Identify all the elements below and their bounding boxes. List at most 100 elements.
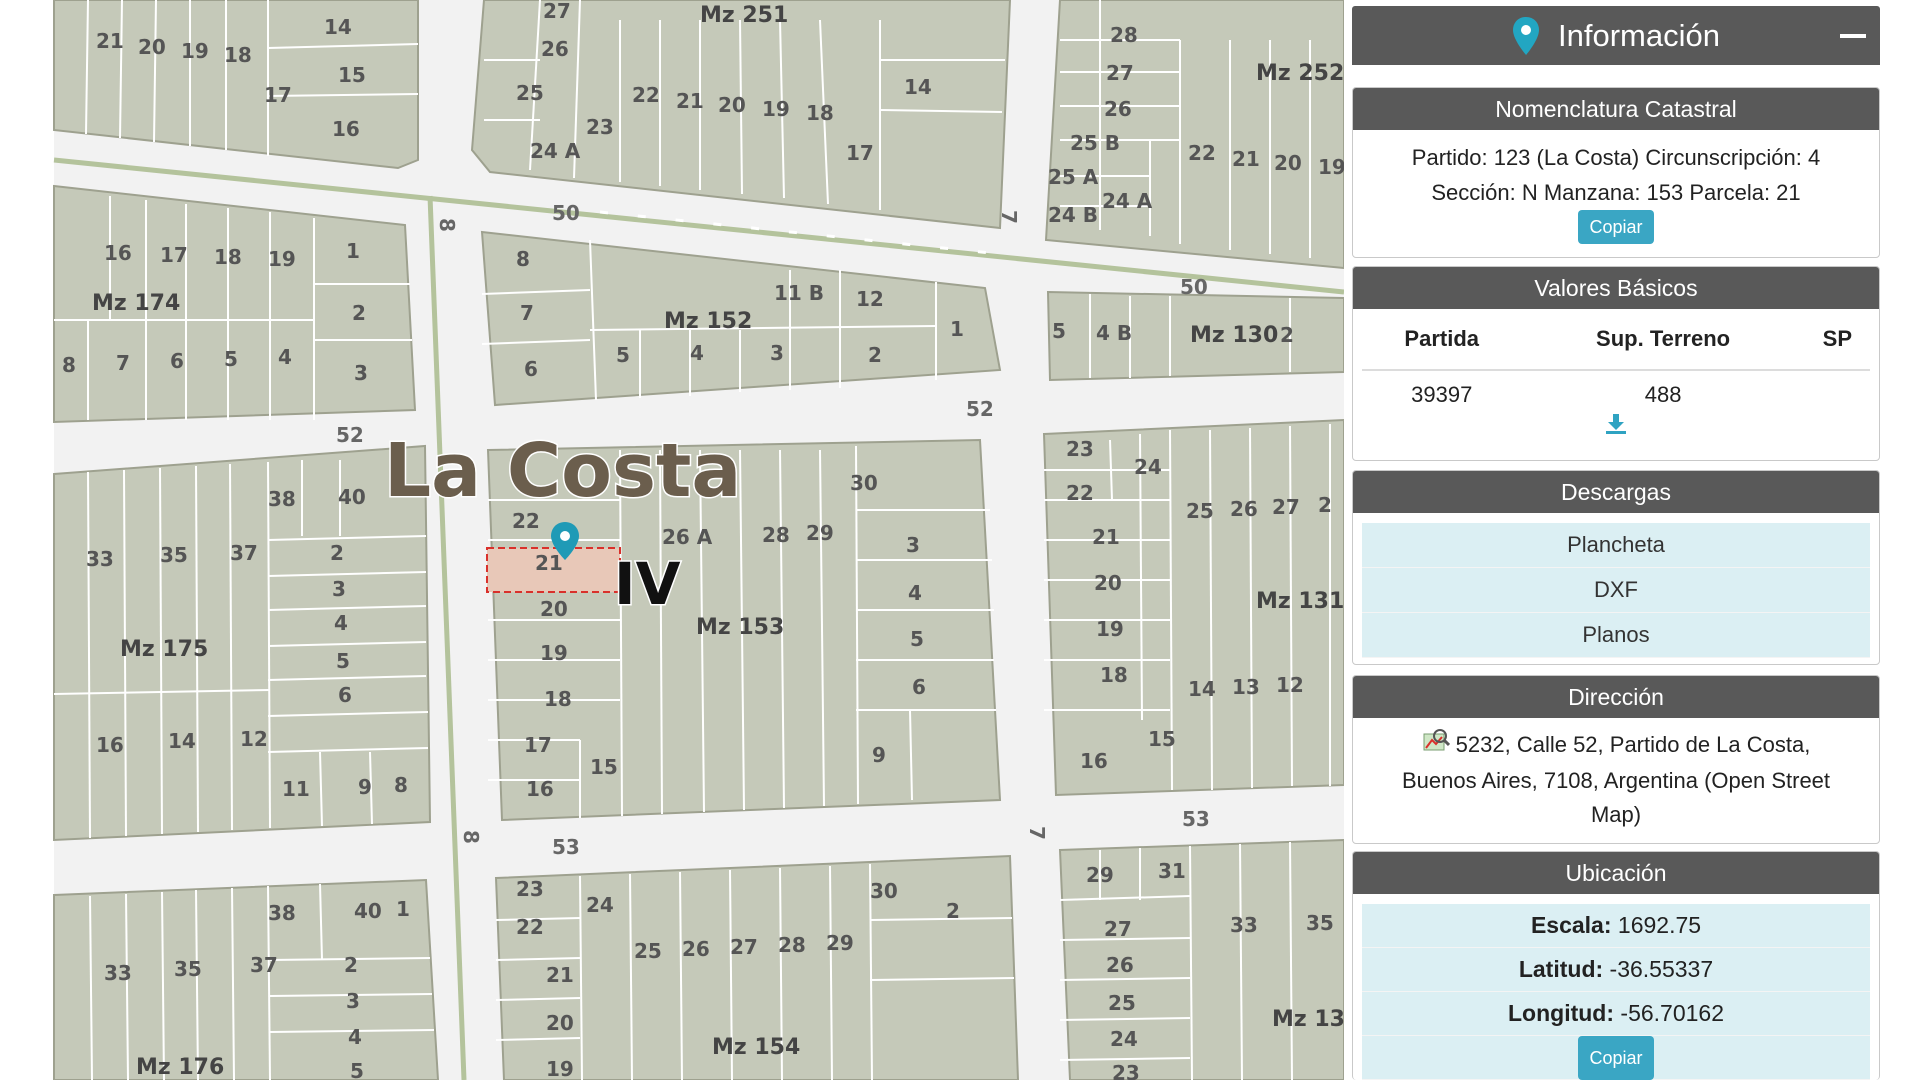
svg-text:8: 8: [394, 773, 408, 797]
svg-text:19: 19: [1096, 617, 1124, 641]
svg-text:6: 6: [912, 675, 926, 699]
svg-text:25 A: 25 A: [1048, 165, 1099, 189]
column-header: SP: [1804, 309, 1870, 371]
nomenclatura-line-2: Sección: N Manzana: 153 Parcela: 21: [1431, 180, 1801, 205]
svg-text:27: 27: [543, 0, 571, 23]
svg-text:35: 35: [1306, 911, 1334, 935]
column-header: Sup. Terreno: [1521, 309, 1805, 371]
svg-text:18: 18: [224, 43, 252, 67]
card-descargas: Descargas Plancheta DXF Planos: [1352, 470, 1880, 665]
download-icon[interactable]: [1604, 414, 1628, 439]
street-label: 50: [1180, 275, 1208, 299]
svg-text:26 A: 26 A: [662, 525, 713, 549]
svg-text:6: 6: [170, 349, 184, 373]
copy-nomenclatura-button[interactable]: Copiar: [1578, 210, 1654, 244]
svg-text:19: 19: [546, 1057, 574, 1080]
street-label: 52: [966, 397, 994, 421]
svg-text:25: 25: [1108, 991, 1136, 1015]
svg-text:13: 13: [1232, 675, 1260, 699]
download-planos[interactable]: Planos: [1362, 613, 1870, 658]
svg-text:9: 9: [358, 775, 372, 799]
street-label: 8: [459, 830, 483, 844]
svg-text:23: 23: [586, 115, 614, 139]
card-direccion: Dirección 5232, Calle 52, Partido de La …: [1352, 675, 1880, 844]
block-label-mz174: Mz 174: [92, 291, 180, 316]
svg-text:27: 27: [1104, 917, 1132, 941]
svg-text:4: 4: [334, 611, 348, 635]
escala-value: 1692.75: [1617, 912, 1702, 938]
svg-text:4: 4: [908, 581, 922, 605]
svg-text:24 A: 24 A: [1102, 189, 1153, 213]
map-canvas[interactable]: 21 20 19 1817141516 2726252324 A22 21 20 19 181…: [0, 0, 1346, 1085]
svg-text:3: 3: [332, 577, 346, 601]
svg-text:18: 18: [214, 245, 242, 269]
svg-text:37: 37: [250, 953, 278, 977]
download-dxf[interactable]: DXF: [1362, 568, 1870, 613]
map-icon[interactable]: [1422, 728, 1450, 764]
svg-text:30: 30: [850, 471, 878, 495]
svg-text:22: 22: [1066, 481, 1094, 505]
svg-text:22: 22: [632, 83, 660, 107]
svg-text:35: 35: [174, 957, 202, 981]
svg-text:8: 8: [516, 247, 530, 271]
sup-terreno-value: 488: [1644, 382, 1682, 407]
svg-text:38: 38: [268, 487, 296, 511]
card-valores-basicos: Valores Básicos Partida Sup. Terreno SP …: [1352, 266, 1880, 461]
street-label: 7: [997, 210, 1021, 224]
svg-text:2: 2: [1280, 323, 1294, 347]
svg-text:2: 2: [330, 541, 344, 565]
escala-label: Escala:: [1530, 912, 1612, 938]
svg-text:20: 20: [718, 93, 746, 117]
svg-text:2: 2: [1318, 493, 1332, 517]
block-label-mz176: Mz 176: [136, 1055, 224, 1080]
svg-text:7: 7: [520, 301, 534, 325]
svg-text:26: 26: [682, 937, 710, 961]
address-line-1: 5232, Calle 52, Partido de La Costa,: [1455, 732, 1811, 757]
svg-text:2: 2: [344, 953, 358, 977]
minus-icon[interactable]: [1840, 34, 1866, 38]
svg-text:27: 27: [730, 935, 758, 959]
svg-text:26: 26: [541, 37, 569, 61]
svg-text:24: 24: [1110, 1027, 1138, 1051]
block-label-mz251: Mz 251: [700, 3, 788, 28]
svg-text:12: 12: [856, 287, 884, 311]
svg-text:21: 21: [96, 29, 124, 53]
svg-text:24: 24: [1134, 455, 1162, 479]
svg-text:28: 28: [762, 523, 790, 547]
svg-text:24: 24: [586, 893, 614, 917]
svg-text:29: 29: [826, 931, 854, 955]
svg-text:8: 8: [62, 353, 76, 377]
svg-text:24 A: 24 A: [530, 139, 581, 163]
download-plancheta[interactable]: Plancheta: [1362, 523, 1870, 568]
svg-text:38: 38: [268, 901, 296, 925]
svg-text:16: 16: [104, 241, 132, 265]
svg-text:14: 14: [904, 75, 932, 99]
svg-text:23: 23: [1112, 1061, 1140, 1080]
block-label-mz131: Mz 131: [1256, 589, 1344, 614]
latitud-value: -36.55337: [1609, 956, 1714, 982]
svg-text:26: 26: [1106, 953, 1134, 977]
svg-text:5: 5: [910, 627, 924, 651]
svg-text:17: 17: [264, 83, 292, 107]
svg-text:19: 19: [540, 641, 568, 665]
card-header: Ubicación: [1353, 852, 1879, 894]
svg-text:6: 6: [338, 683, 352, 707]
nomenclatura-line-1: Partido: 123 (La Costa) Circunscripción:…: [1411, 145, 1821, 170]
card-ubicacion: Ubicación Escala: 1692.75 Latitud: -36.5…: [1352, 851, 1880, 1080]
svg-text:14: 14: [168, 729, 196, 753]
copy-ubicacion-button[interactable]: Copiar: [1578, 1036, 1654, 1080]
street-label: 50: [552, 201, 580, 225]
address-line-2: Buenos Aires, 7108, Argentina (Open Stre…: [1401, 768, 1831, 794]
place-label: La Costa: [384, 428, 741, 514]
street-label: 53: [552, 835, 580, 859]
svg-text:27: 27: [1272, 495, 1300, 519]
block-label-mz175: Mz 175: [120, 637, 208, 662]
svg-text:3: 3: [906, 533, 920, 557]
street-label: 52: [336, 423, 364, 447]
svg-text:25 B: 25 B: [1070, 131, 1120, 155]
sp-value: [1805, 370, 1870, 419]
block-label-mz152: Mz 152: [664, 309, 752, 334]
svg-text:25: 25: [516, 81, 544, 105]
svg-text:16: 16: [1080, 749, 1108, 773]
section-label: IV: [614, 550, 681, 618]
